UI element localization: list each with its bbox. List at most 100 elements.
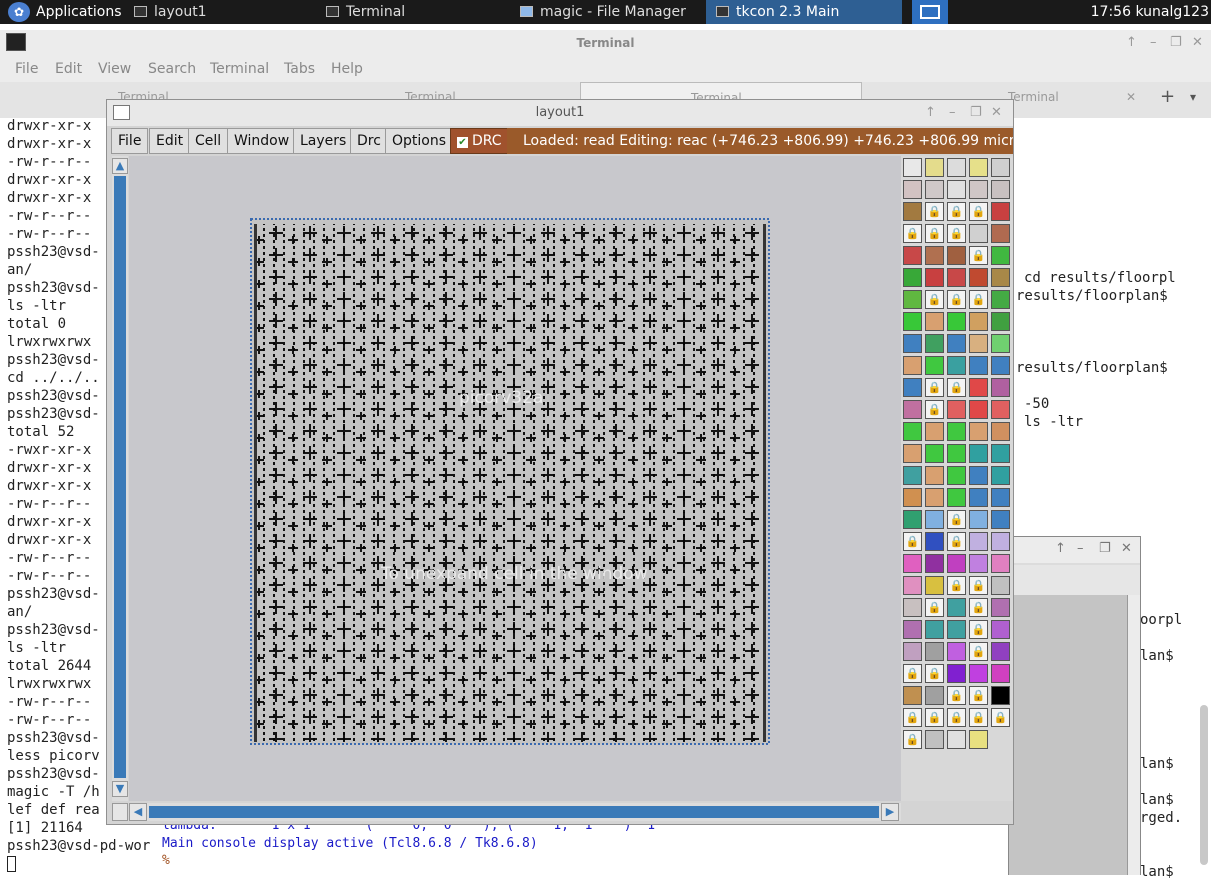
- layer-swatch[interactable]: [947, 488, 966, 507]
- zoom-box-icon[interactable]: [112, 803, 128, 821]
- layer-swatch[interactable]: [969, 158, 988, 177]
- layer-swatch[interactable]: [903, 334, 922, 353]
- layer-swatch[interactable]: [991, 400, 1010, 419]
- layer-swatch[interactable]: 🔒: [969, 290, 988, 309]
- layer-swatch[interactable]: [991, 686, 1010, 705]
- tab-terminal-4[interactable]: Terminal: [1008, 90, 1059, 104]
- layer-swatch[interactable]: [969, 356, 988, 375]
- menu-file[interactable]: File: [111, 128, 149, 154]
- layer-swatch[interactable]: 🔒: [925, 202, 944, 221]
- layer-swatch[interactable]: [925, 312, 944, 331]
- layer-swatch[interactable]: [925, 158, 944, 177]
- layer-swatch[interactable]: [969, 422, 988, 441]
- layer-swatch[interactable]: 🔒: [903, 708, 922, 727]
- arrow-up-icon[interactable]: ↑: [925, 100, 936, 126]
- layer-swatch[interactable]: [991, 620, 1010, 639]
- layer-swatch[interactable]: 🔒: [947, 576, 966, 595]
- layer-swatch[interactable]: [991, 642, 1010, 661]
- layer-swatch[interactable]: [947, 554, 966, 573]
- tkcon-console-output[interactable]: lambda: 1 x 1 ( 0, 0 ), ( 1, 1 ) 1 Main …: [158, 818, 1126, 875]
- layer-swatch[interactable]: [925, 334, 944, 353]
- user-name[interactable]: kunalg123: [1136, 0, 1210, 24]
- layer-swatch[interactable]: [991, 356, 1010, 375]
- layer-swatch[interactable]: [991, 422, 1010, 441]
- maximize-icon[interactable]: ❐: [970, 100, 982, 126]
- layer-swatch[interactable]: [947, 400, 966, 419]
- layer-swatch[interactable]: [991, 224, 1010, 243]
- layer-swatch[interactable]: [991, 576, 1010, 595]
- scroll-right-icon[interactable]: ▶: [881, 803, 899, 821]
- layer-swatch[interactable]: [903, 180, 922, 199]
- arrow-up-icon[interactable]: ↑: [1055, 541, 1066, 556]
- terminal-arrow-icon[interactable]: ↑: [1126, 30, 1137, 56]
- layer-swatch[interactable]: [991, 554, 1010, 573]
- layer-swatch[interactable]: 🔒: [969, 620, 988, 639]
- menu-options[interactable]: Options: [385, 128, 454, 154]
- menu-help[interactable]: Help: [331, 61, 363, 77]
- layer-swatch[interactable]: [925, 488, 944, 507]
- menu-view[interactable]: View: [98, 61, 131, 77]
- layer-swatch[interactable]: [991, 180, 1010, 199]
- tkcon-text-area[interactable]: [1009, 595, 1127, 875]
- layer-swatch[interactable]: [925, 532, 944, 551]
- menu-search[interactable]: Search: [148, 61, 196, 77]
- task-tkcon[interactable]: tkcon 2.3 Main: [706, 0, 902, 24]
- layer-swatch[interactable]: [947, 334, 966, 353]
- layer-swatch[interactable]: [925, 246, 944, 265]
- layer-swatch[interactable]: 🔒: [947, 202, 966, 221]
- layout-drawing[interactable]: [129, 156, 901, 801]
- layer-swatch[interactable]: [969, 334, 988, 353]
- window-menu-icon[interactable]: [113, 105, 130, 120]
- minimize-icon[interactable]: –: [949, 100, 956, 126]
- layer-swatch[interactable]: [925, 730, 944, 749]
- layer-swatch[interactable]: [969, 378, 988, 397]
- layer-swatch[interactable]: [903, 444, 922, 463]
- layer-swatch[interactable]: [925, 180, 944, 199]
- menu-layers[interactable]: Layers: [293, 128, 354, 154]
- menu-edit[interactable]: Edit: [149, 128, 191, 154]
- layer-swatch[interactable]: [903, 642, 922, 661]
- layer-swatch[interactable]: [947, 422, 966, 441]
- layer-swatch[interactable]: [903, 356, 922, 375]
- layer-swatch[interactable]: 🔒: [947, 686, 966, 705]
- layer-swatch[interactable]: [969, 664, 988, 683]
- layer-swatch[interactable]: [925, 422, 944, 441]
- layer-swatch[interactable]: [903, 202, 922, 221]
- layer-swatch[interactable]: [991, 510, 1010, 529]
- layer-swatch[interactable]: [969, 730, 988, 749]
- layer-swatch[interactable]: [947, 158, 966, 177]
- layer-swatch[interactable]: [925, 268, 944, 287]
- layer-swatch[interactable]: 🔒: [991, 708, 1010, 727]
- scroll-thumb[interactable]: [149, 806, 879, 818]
- menu-edit[interactable]: Edit: [55, 61, 82, 77]
- layer-swatch[interactable]: [991, 664, 1010, 683]
- layer-swatch[interactable]: 🔒: [969, 686, 988, 705]
- layer-swatch[interactable]: [969, 312, 988, 331]
- tab-close-icon[interactable]: ✕: [1126, 90, 1136, 104]
- layer-swatch[interactable]: 🔒: [925, 598, 944, 617]
- menu-tabs[interactable]: Tabs: [284, 61, 315, 77]
- layer-swatch[interactable]: [947, 620, 966, 639]
- maximize-icon[interactable]: ❐: [1099, 541, 1111, 556]
- layer-swatch[interactable]: 🔒: [947, 378, 966, 397]
- layer-swatch[interactable]: [947, 180, 966, 199]
- layer-swatch[interactable]: 🔒: [925, 664, 944, 683]
- layer-swatch[interactable]: 🔒: [969, 708, 988, 727]
- menu-terminal[interactable]: Terminal: [210, 61, 269, 77]
- layer-swatch[interactable]: 🔒: [947, 532, 966, 551]
- layer-swatch[interactable]: 🔒: [903, 664, 922, 683]
- layer-swatch[interactable]: [903, 554, 922, 573]
- layer-swatch[interactable]: [969, 554, 988, 573]
- drc-toggle[interactable]: ✔ DRC: [450, 128, 509, 154]
- layer-swatch[interactable]: 🔒: [969, 576, 988, 595]
- layer-swatch[interactable]: 🔒: [903, 224, 922, 243]
- applications-menu[interactable]: Applications: [0, 0, 122, 24]
- vertical-scrollbar[interactable]: ▲ ▼: [112, 156, 128, 801]
- layer-swatch[interactable]: [947, 356, 966, 375]
- layer-swatch[interactable]: [903, 576, 922, 595]
- layer-swatch[interactable]: [903, 246, 922, 265]
- layer-swatch[interactable]: 🔒: [947, 224, 966, 243]
- layer-palette[interactable]: 🔒 🔒 🔒 🔒 🔒 🔒 🔒 🔒 🔒 🔒 🔒 🔒 🔒 🔒 🔒 🔒 🔒 🔒 🔒 🔒 🔒 🔒 🔒 🔒 🔒 🔒 🔒 🔒 🔒 🔒 🔒 🔒: [901, 156, 1013, 801]
- scroll-up-icon[interactable]: ▲: [112, 158, 128, 174]
- layer-swatch[interactable]: [947, 664, 966, 683]
